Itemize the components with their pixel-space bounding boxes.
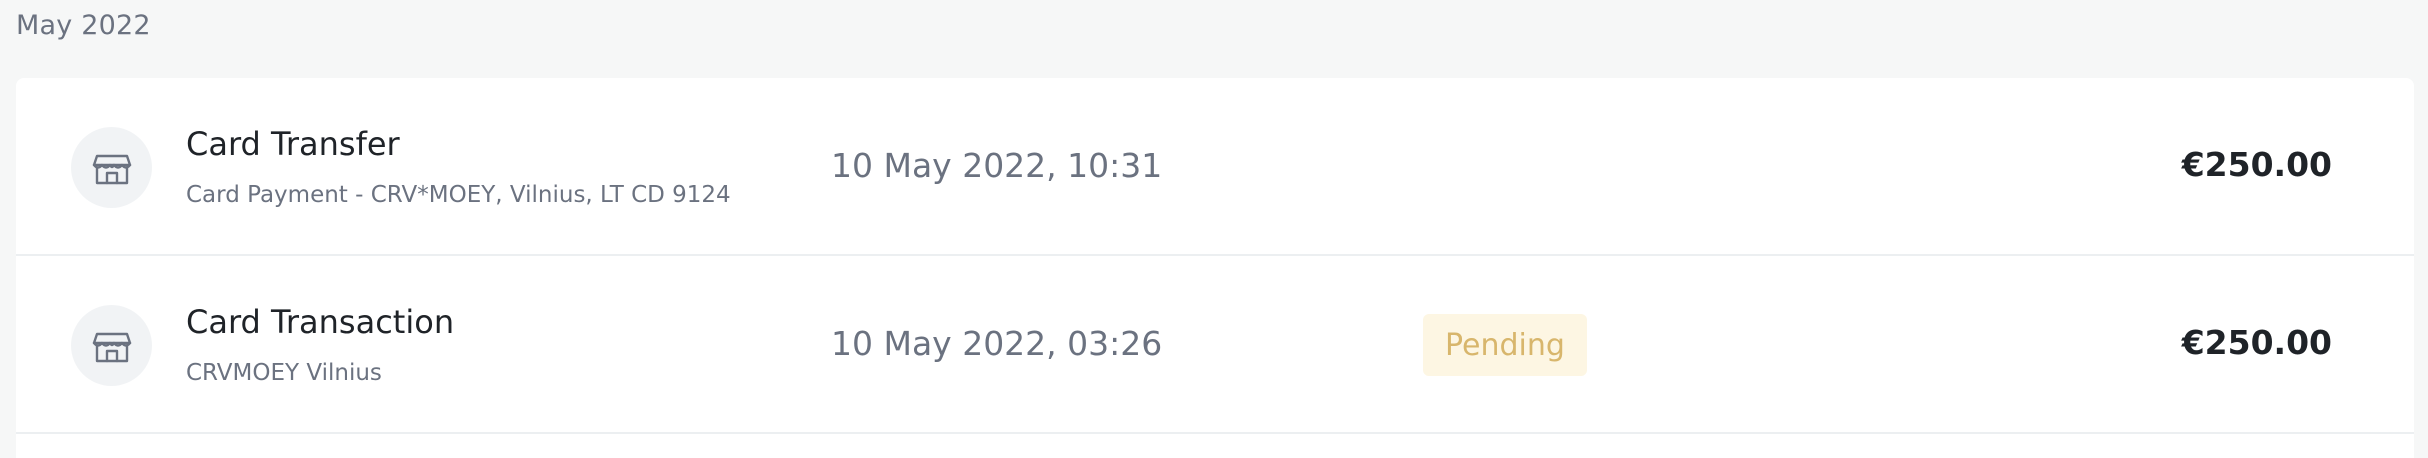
transaction-row[interactable]: Card Transfer Card Payment - CRV*MOEY, V… <box>16 78 2414 256</box>
store-icon <box>71 305 152 386</box>
transaction-description: CRVMOEY Vilnius <box>186 360 382 386</box>
transaction-datetime: 10 May 2022, 10:31 <box>831 146 1163 185</box>
transaction-datetime: 10 May 2022, 03:26 <box>831 324 1163 363</box>
transaction-title: Card Transfer <box>186 125 400 163</box>
transaction-title: Card Transaction <box>186 303 455 341</box>
store-icon <box>71 127 152 208</box>
status-badge: Pending <box>1423 314 1587 376</box>
transaction-row[interactable]: Card Transaction CRVMOEY Vilnius 10 May … <box>16 256 2414 434</box>
transactions-list: Card Transfer Card Payment - CRV*MOEY, V… <box>16 78 2414 458</box>
month-header: May 2022 <box>16 10 151 41</box>
transaction-amount: €250.00 <box>2181 145 2332 184</box>
transaction-description: Card Payment - CRV*MOEY, Vilnius, LT CD … <box>186 182 731 208</box>
transaction-amount: €250.00 <box>2181 323 2332 362</box>
